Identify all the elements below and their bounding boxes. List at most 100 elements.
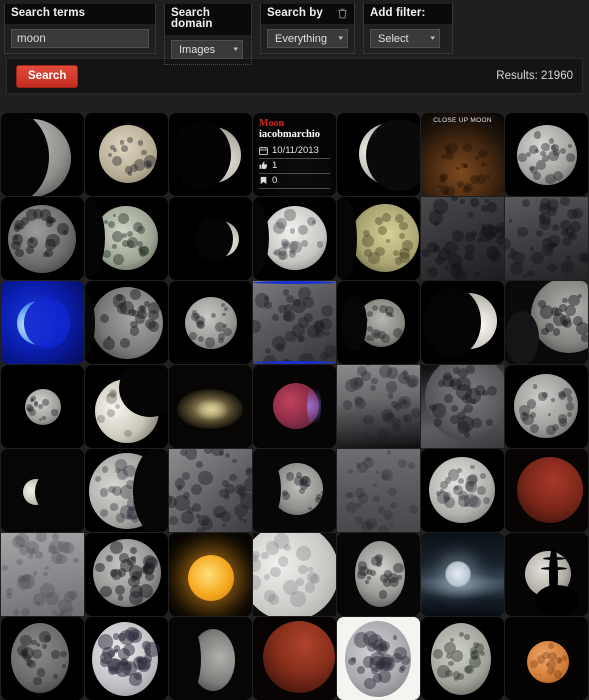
result-thumbnail[interactable] (337, 197, 420, 280)
label-search-terms-text: Search terms (11, 7, 86, 19)
thumbnail-image (337, 113, 420, 196)
search-input[interactable] (11, 29, 149, 48)
thumbnail-image (505, 197, 588, 280)
result-thumbnail[interactable] (85, 617, 168, 700)
result-thumbnail[interactable] (169, 197, 252, 280)
result-thumbnail[interactable] (337, 617, 420, 700)
thumbnail-image (253, 533, 336, 616)
chevron-down-icon: ▾ (338, 35, 344, 42)
result-thumbnail[interactable] (337, 113, 420, 196)
result-thumbnail[interactable] (85, 449, 168, 532)
field-group-add-filter: Add filter: Select ▾ (363, 4, 453, 54)
thumbnail-caption: CLOSE UP MOON (433, 117, 492, 124)
thumbnail-image (85, 365, 168, 448)
overlay-bookmarks-row: 0 (259, 174, 330, 189)
search-domain-value: Images (179, 43, 216, 56)
thumbnail-image (85, 197, 168, 280)
result-thumbnail[interactable] (253, 365, 336, 448)
thumbnail-image (505, 533, 588, 616)
field-body-add-filter: Select ▾ (364, 24, 452, 48)
thumbnail-image (505, 281, 588, 364)
search-by-select[interactable]: Everything ▾ (267, 29, 348, 48)
result-thumbnail[interactable] (337, 281, 420, 364)
result-thumbnail[interactable] (253, 533, 336, 616)
result-thumbnail[interactable] (421, 365, 504, 448)
trash-icon[interactable] (337, 8, 348, 19)
thumbnail-image (505, 365, 588, 448)
result-thumbnail[interactable] (421, 533, 504, 616)
result-thumbnail[interactable]: CLOSE UP MOON (421, 113, 504, 196)
chevron-down-icon: ▾ (430, 35, 436, 42)
search-domain-select[interactable]: Images ▾ (171, 40, 243, 59)
result-thumbnail[interactable] (505, 281, 588, 364)
result-thumbnail[interactable] (253, 281, 336, 364)
result-thumbnail[interactable]: Moon iacobmarchio 10/11/2013 1 0 (253, 113, 336, 196)
field-group-search-terms: Search terms (4, 4, 156, 54)
label-add-filter: Add filter: (364, 4, 452, 24)
result-thumbnail[interactable] (85, 365, 168, 448)
thumbnail-image (421, 281, 504, 364)
result-thumbnail[interactable] (1, 197, 84, 280)
overlay-author: iacobmarchio (259, 129, 321, 140)
result-thumbnail[interactable] (505, 197, 588, 280)
thumbnail-image (337, 533, 420, 616)
result-thumbnail[interactable] (85, 197, 168, 280)
overlay-date-row: 10/11/2013 (259, 144, 330, 159)
result-thumbnail[interactable] (505, 449, 588, 532)
thumbnail-image (253, 197, 336, 280)
add-filter-select[interactable]: Select ▾ (370, 29, 440, 48)
result-thumbnail[interactable] (1, 449, 84, 532)
result-thumbnail[interactable] (253, 197, 336, 280)
bookmark-icon (260, 176, 267, 185)
thumbnail-image (85, 449, 168, 532)
thumbnail-image: CLOSE UP MOON (421, 113, 504, 196)
field-body-search-by: Everything ▾ (261, 24, 354, 48)
result-thumbnail[interactable] (169, 365, 252, 448)
result-thumbnail[interactable] (169, 281, 252, 364)
result-thumbnail[interactable] (1, 281, 84, 364)
thumbnail-image (1, 449, 84, 532)
field-body-search-domain: Images ▾ (165, 35, 251, 59)
thumbnail-image (505, 617, 588, 700)
result-thumbnail[interactable] (421, 197, 504, 280)
result-thumbnail[interactable] (505, 617, 588, 700)
thumbnail-image (253, 449, 336, 532)
thumbnail-image (169, 281, 252, 364)
thumbnail-image (337, 617, 420, 700)
result-thumbnail[interactable] (1, 113, 84, 196)
result-thumbnail[interactable] (421, 281, 504, 364)
search-button[interactable]: Search (16, 64, 79, 88)
result-thumbnail[interactable] (505, 113, 588, 196)
result-thumbnail[interactable] (421, 449, 504, 532)
result-thumbnail[interactable] (169, 449, 252, 532)
result-thumbnail[interactable] (1, 617, 84, 700)
thumbnail-image (253, 281, 336, 364)
result-thumbnail[interactable] (421, 617, 504, 700)
thumbnail-image (337, 449, 420, 532)
thumbnail-image (169, 533, 252, 616)
overlay-likes-row: 1 (259, 159, 330, 174)
result-thumbnail[interactable] (1, 533, 84, 616)
result-thumbnail[interactable] (337, 449, 420, 532)
result-thumbnail[interactable] (169, 533, 252, 616)
result-thumbnail[interactable] (169, 617, 252, 700)
result-thumbnail[interactable] (505, 533, 588, 616)
result-thumbnail[interactable] (337, 365, 420, 448)
field-group-search-domain: Search domain Images ▾ (164, 4, 252, 65)
result-thumbnail[interactable] (169, 113, 252, 196)
result-thumbnail[interactable] (337, 533, 420, 616)
result-thumbnail[interactable] (85, 533, 168, 616)
thumbnail-image (85, 533, 168, 616)
thumbnail-image (169, 365, 252, 448)
result-thumbnail[interactable] (85, 113, 168, 196)
thumbnail-image (421, 617, 504, 700)
result-thumbnail[interactable] (505, 365, 588, 448)
result-thumbnail[interactable] (253, 617, 336, 700)
image-search-page: Search terms Search domain Images ▾ Sear… (0, 0, 589, 700)
results-count: Results: 21960 (496, 70, 573, 82)
result-thumbnail[interactable] (85, 281, 168, 364)
result-thumbnail[interactable] (1, 365, 84, 448)
result-thumbnail[interactable] (253, 449, 336, 532)
thumbnail-image (85, 617, 168, 700)
add-filter-value: Select (378, 32, 409, 45)
